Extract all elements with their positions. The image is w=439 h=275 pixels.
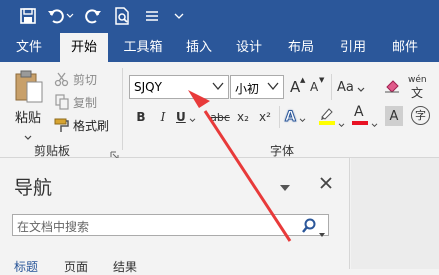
eraser-icon	[383, 80, 403, 99]
scissors-icon	[54, 71, 70, 87]
undo-icon[interactable]	[46, 6, 66, 26]
superscript-button[interactable]: x²	[256, 106, 274, 128]
subscript-button[interactable]: x₂	[234, 106, 252, 128]
touch-mode-icon[interactable]	[142, 6, 162, 26]
font-name-combo[interactable]: SJQY	[129, 75, 229, 99]
tab-mailings[interactable]: 邮件	[384, 33, 426, 62]
phonetic-guide-button[interactable]: wén 文	[407, 75, 437, 100]
nav-tab-results[interactable]: 结果	[113, 258, 137, 275]
text-effects-icon: A	[285, 109, 297, 126]
grow-font-glyph: A	[290, 78, 301, 96]
nav-tab-headings[interactable]: 标题	[14, 258, 38, 275]
underline-button[interactable]: U	[176, 106, 200, 128]
document-area[interactable]	[351, 158, 439, 269]
quick-access-toolbar	[0, 0, 439, 33]
strikethrough-button[interactable]: abc	[210, 106, 230, 128]
shrink-font-button[interactable]: A ▼	[308, 75, 326, 99]
tab-design[interactable]: 设计	[228, 33, 270, 62]
save-icon[interactable]	[18, 6, 38, 26]
enclose-characters-icon: 字	[411, 106, 430, 125]
font-size-combo[interactable]: 小初	[230, 75, 284, 99]
chevron-down-icon	[338, 113, 345, 132]
font-color-bar	[352, 121, 368, 125]
font-group-label: 字体	[270, 144, 295, 158]
change-case-label: Aa	[337, 79, 354, 95]
clipboard-icon	[14, 70, 44, 108]
group-separator	[122, 68, 123, 150]
format-painter-button[interactable]: 格式刷	[54, 116, 109, 134]
chevron-down-icon	[371, 113, 378, 132]
chevron-down-icon	[299, 108, 306, 127]
group-separator	[279, 106, 280, 128]
chevron-down-icon	[357, 78, 365, 97]
text-effects-button[interactable]: A	[285, 106, 313, 128]
enclose-characters-button[interactable]: 字	[410, 105, 432, 127]
font-color-button[interactable]: A	[351, 104, 379, 128]
tab-insert[interactable]: 插入	[178, 33, 220, 62]
caret-up-icon: ▲	[300, 76, 306, 84]
grow-font-button[interactable]: A ▲	[289, 75, 307, 99]
tab-home[interactable]: 开始	[60, 33, 108, 62]
character-shading-button[interactable]: A	[385, 106, 403, 126]
ribbon-home: 粘贴 剪切 复制 格式刷 剪贴板 SJQY 小初 A ▲ A ▼ Aa wén …	[0, 62, 439, 160]
search-document-input[interactable]: 在文档中搜索	[12, 214, 329, 238]
paste-dropdown-icon[interactable]	[24, 126, 32, 145]
italic-button[interactable]: I	[155, 106, 171, 128]
paste-label: 粘贴	[15, 111, 42, 126]
paste-button[interactable]: 粘贴	[10, 68, 48, 140]
phonetic-char-icon: 文	[411, 86, 424, 100]
tab-toolbox[interactable]: 工具箱	[116, 33, 170, 62]
caret-down-icon: ▼	[319, 76, 325, 84]
copy-button[interactable]: 复制	[54, 93, 97, 111]
chevron-down-icon	[189, 108, 196, 127]
underline-glyph: U	[176, 110, 186, 124]
character-shading-glyph: A	[389, 108, 399, 124]
format-painter-icon	[54, 117, 70, 133]
navigation-pane-title: 导航	[14, 177, 53, 199]
customize-qat-icon[interactable]	[172, 6, 186, 26]
print-preview-icon[interactable]	[112, 6, 132, 26]
search-options-icon[interactable]	[318, 223, 326, 242]
highlight-button[interactable]	[318, 104, 346, 128]
font-name-value: SJQY	[134, 80, 162, 94]
navigation-pane: 导航 在文档中搜索 标题 页面 结果	[0, 158, 350, 274]
copy-icon	[54, 94, 70, 110]
cut-label: 剪切	[73, 72, 98, 87]
change-case-button[interactable]: Aa	[337, 77, 365, 97]
redo-icon[interactable]	[83, 6, 103, 26]
group-separator	[331, 74, 332, 100]
chevron-down-icon[interactable]	[211, 79, 225, 96]
shrink-font-glyph: A	[310, 80, 319, 94]
font-size-value: 小初	[235, 82, 260, 96]
tab-file[interactable]: 文件	[8, 33, 50, 62]
tab-layout[interactable]: 布局	[280, 33, 322, 62]
clear-formatting-button[interactable]	[383, 77, 405, 97]
ribbon-tabs: 文件 开始 工具箱 插入 设计 布局 引用 邮件	[0, 33, 439, 62]
clipboard-group-label: 剪贴板	[34, 144, 71, 158]
highlight-color-bar	[319, 121, 335, 125]
font-color-glyph: A	[354, 104, 364, 120]
search-placeholder: 在文档中搜索	[17, 220, 90, 234]
bold-button[interactable]: B	[133, 106, 149, 128]
search-icon[interactable]	[301, 218, 317, 238]
pane-options-icon[interactable]	[279, 178, 291, 197]
tab-references[interactable]: 引用	[332, 33, 374, 62]
format-painter-label: 格式刷	[73, 118, 110, 133]
close-icon[interactable]	[319, 175, 333, 194]
undo-dropdown-icon[interactable]	[66, 6, 74, 26]
cut-button[interactable]: 剪切	[54, 70, 97, 88]
copy-label: 复制	[73, 95, 98, 110]
nav-tab-pages[interactable]: 页面	[64, 258, 88, 275]
chevron-down-icon[interactable]	[266, 79, 280, 96]
